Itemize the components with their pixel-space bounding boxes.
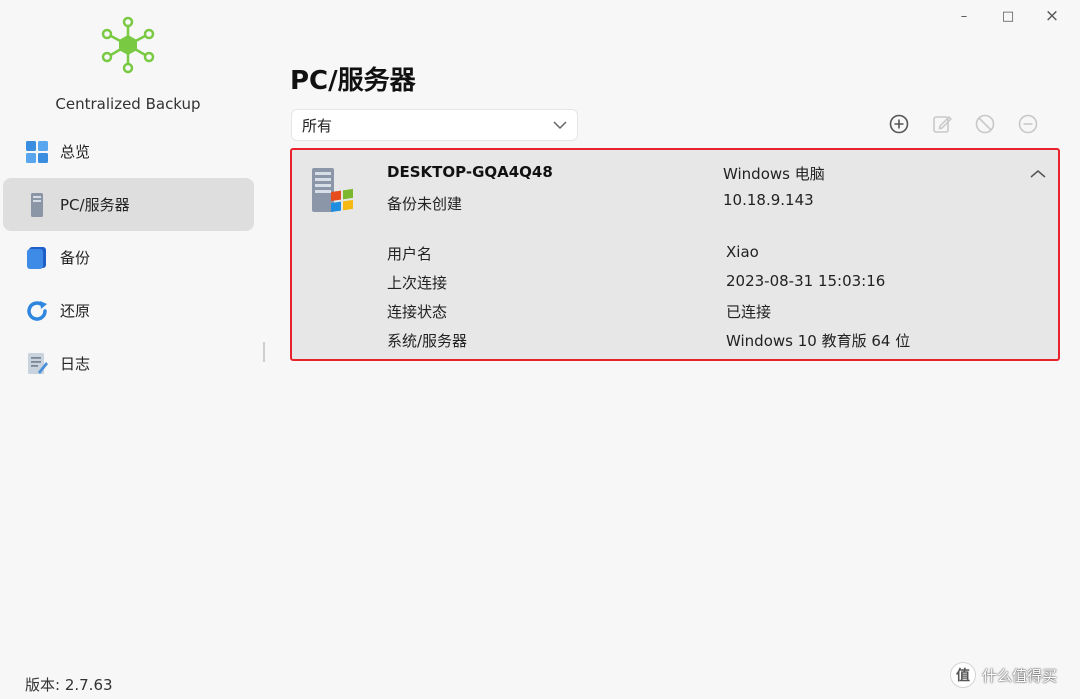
sidebar-item-label: 还原 bbox=[60, 302, 91, 320]
detail-row-connection-status: 连接状态 已连接 bbox=[387, 301, 1047, 323]
maximize-button[interactable]: □ bbox=[986, 4, 1030, 28]
minimize-icon: – bbox=[960, 8, 968, 24]
watermark-text: 什么值得买 bbox=[982, 666, 1058, 685]
watermark: 值 什么值得买 bbox=[950, 662, 1057, 688]
backup-book-icon bbox=[24, 245, 50, 271]
sidebar-item-label: 日志 bbox=[60, 355, 91, 373]
detail-value: Xiao bbox=[726, 243, 759, 261]
close-icon: × bbox=[1044, 6, 1060, 26]
remove-button[interactable] bbox=[1017, 113, 1039, 135]
detail-key: 连接状态 bbox=[387, 303, 448, 321]
sidebar-item-overview[interactable]: 总览 bbox=[3, 125, 254, 178]
maximize-icon: □ bbox=[1001, 8, 1015, 24]
window-controls: – □ × bbox=[942, 4, 1074, 28]
log-document-icon bbox=[24, 351, 50, 377]
app-logo-icon bbox=[101, 16, 155, 74]
device-backup-status: 备份未创建 bbox=[387, 195, 463, 213]
sidebar-item-backup[interactable]: 备份 bbox=[3, 231, 254, 284]
detail-value: 已连接 bbox=[726, 303, 772, 321]
restore-circle-icon bbox=[24, 298, 50, 324]
page-title: PC/服务器 bbox=[290, 66, 416, 96]
edit-button[interactable] bbox=[931, 113, 953, 135]
sidebar-item-restore[interactable]: 还原 bbox=[3, 284, 254, 337]
windows-pc-icon bbox=[312, 168, 353, 212]
device-name: DESKTOP-GQA4Q48 bbox=[387, 163, 553, 181]
add-button[interactable] bbox=[888, 113, 910, 135]
sidebar-item-label: 备份 bbox=[60, 249, 91, 267]
device-filter-select[interactable]: 所有 bbox=[291, 109, 578, 141]
plus-circle-icon bbox=[889, 114, 909, 134]
sidebar-item-label: PC/服务器 bbox=[60, 196, 130, 214]
sidebar-item-log[interactable]: 日志 bbox=[3, 337, 254, 390]
server-tower-icon bbox=[24, 192, 50, 218]
minimize-button[interactable]: – bbox=[942, 4, 986, 28]
watermark-logo-icon: 值 bbox=[950, 662, 976, 688]
minus-circle-icon bbox=[1018, 114, 1038, 134]
chevron-up-icon bbox=[1030, 170, 1046, 178]
sidebar-resize-handle[interactable] bbox=[263, 342, 265, 362]
collapse-button[interactable] bbox=[1028, 164, 1048, 184]
device-type: Windows 电脑 bbox=[723, 165, 825, 183]
app-window: – □ × Centralized Backup 总览 PC/服务器 备份 还原… bbox=[0, 0, 1080, 699]
detail-key: 用户名 bbox=[387, 245, 433, 263]
detail-row-os: 系统/服务器 Windows 10 教育版 64 位 bbox=[387, 330, 1047, 352]
device-filter-value: 所有 bbox=[302, 116, 333, 135]
detail-value: Windows 10 教育版 64 位 bbox=[726, 332, 911, 350]
toolbar bbox=[888, 113, 1060, 135]
detail-row-last-connection: 上次连接 2023-08-31 15:03:16 bbox=[387, 272, 1047, 294]
chevron-down-icon bbox=[553, 116, 567, 134]
dashboard-grid-icon bbox=[24, 139, 50, 165]
detail-key: 上次连接 bbox=[387, 274, 448, 292]
sidebar-item-label: 总览 bbox=[60, 143, 91, 161]
edit-icon bbox=[933, 115, 952, 133]
sidebar-nav: 总览 PC/服务器 备份 还原 日志 bbox=[3, 125, 254, 390]
sidebar: Centralized Backup 总览 PC/服务器 备份 还原 日志 版本… bbox=[0, 0, 262, 699]
disable-button[interactable] bbox=[974, 113, 996, 135]
block-icon bbox=[975, 114, 995, 134]
close-button[interactable]: × bbox=[1030, 4, 1074, 28]
device-card[interactable]: DESKTOP-GQA4Q48 备份未创建 Windows 电脑 10.18.9… bbox=[290, 148, 1060, 361]
version-label: 版本: 2.7.63 bbox=[25, 676, 113, 694]
sidebar-item-pc-server[interactable]: PC/服务器 bbox=[3, 178, 254, 231]
app-name: Centralized Backup bbox=[55, 95, 201, 113]
device-ip: 10.18.9.143 bbox=[723, 191, 814, 209]
detail-row-username: 用户名 Xiao bbox=[387, 243, 1047, 265]
detail-key: 系统/服务器 bbox=[387, 332, 468, 350]
detail-value: 2023-08-31 15:03:16 bbox=[726, 272, 886, 290]
